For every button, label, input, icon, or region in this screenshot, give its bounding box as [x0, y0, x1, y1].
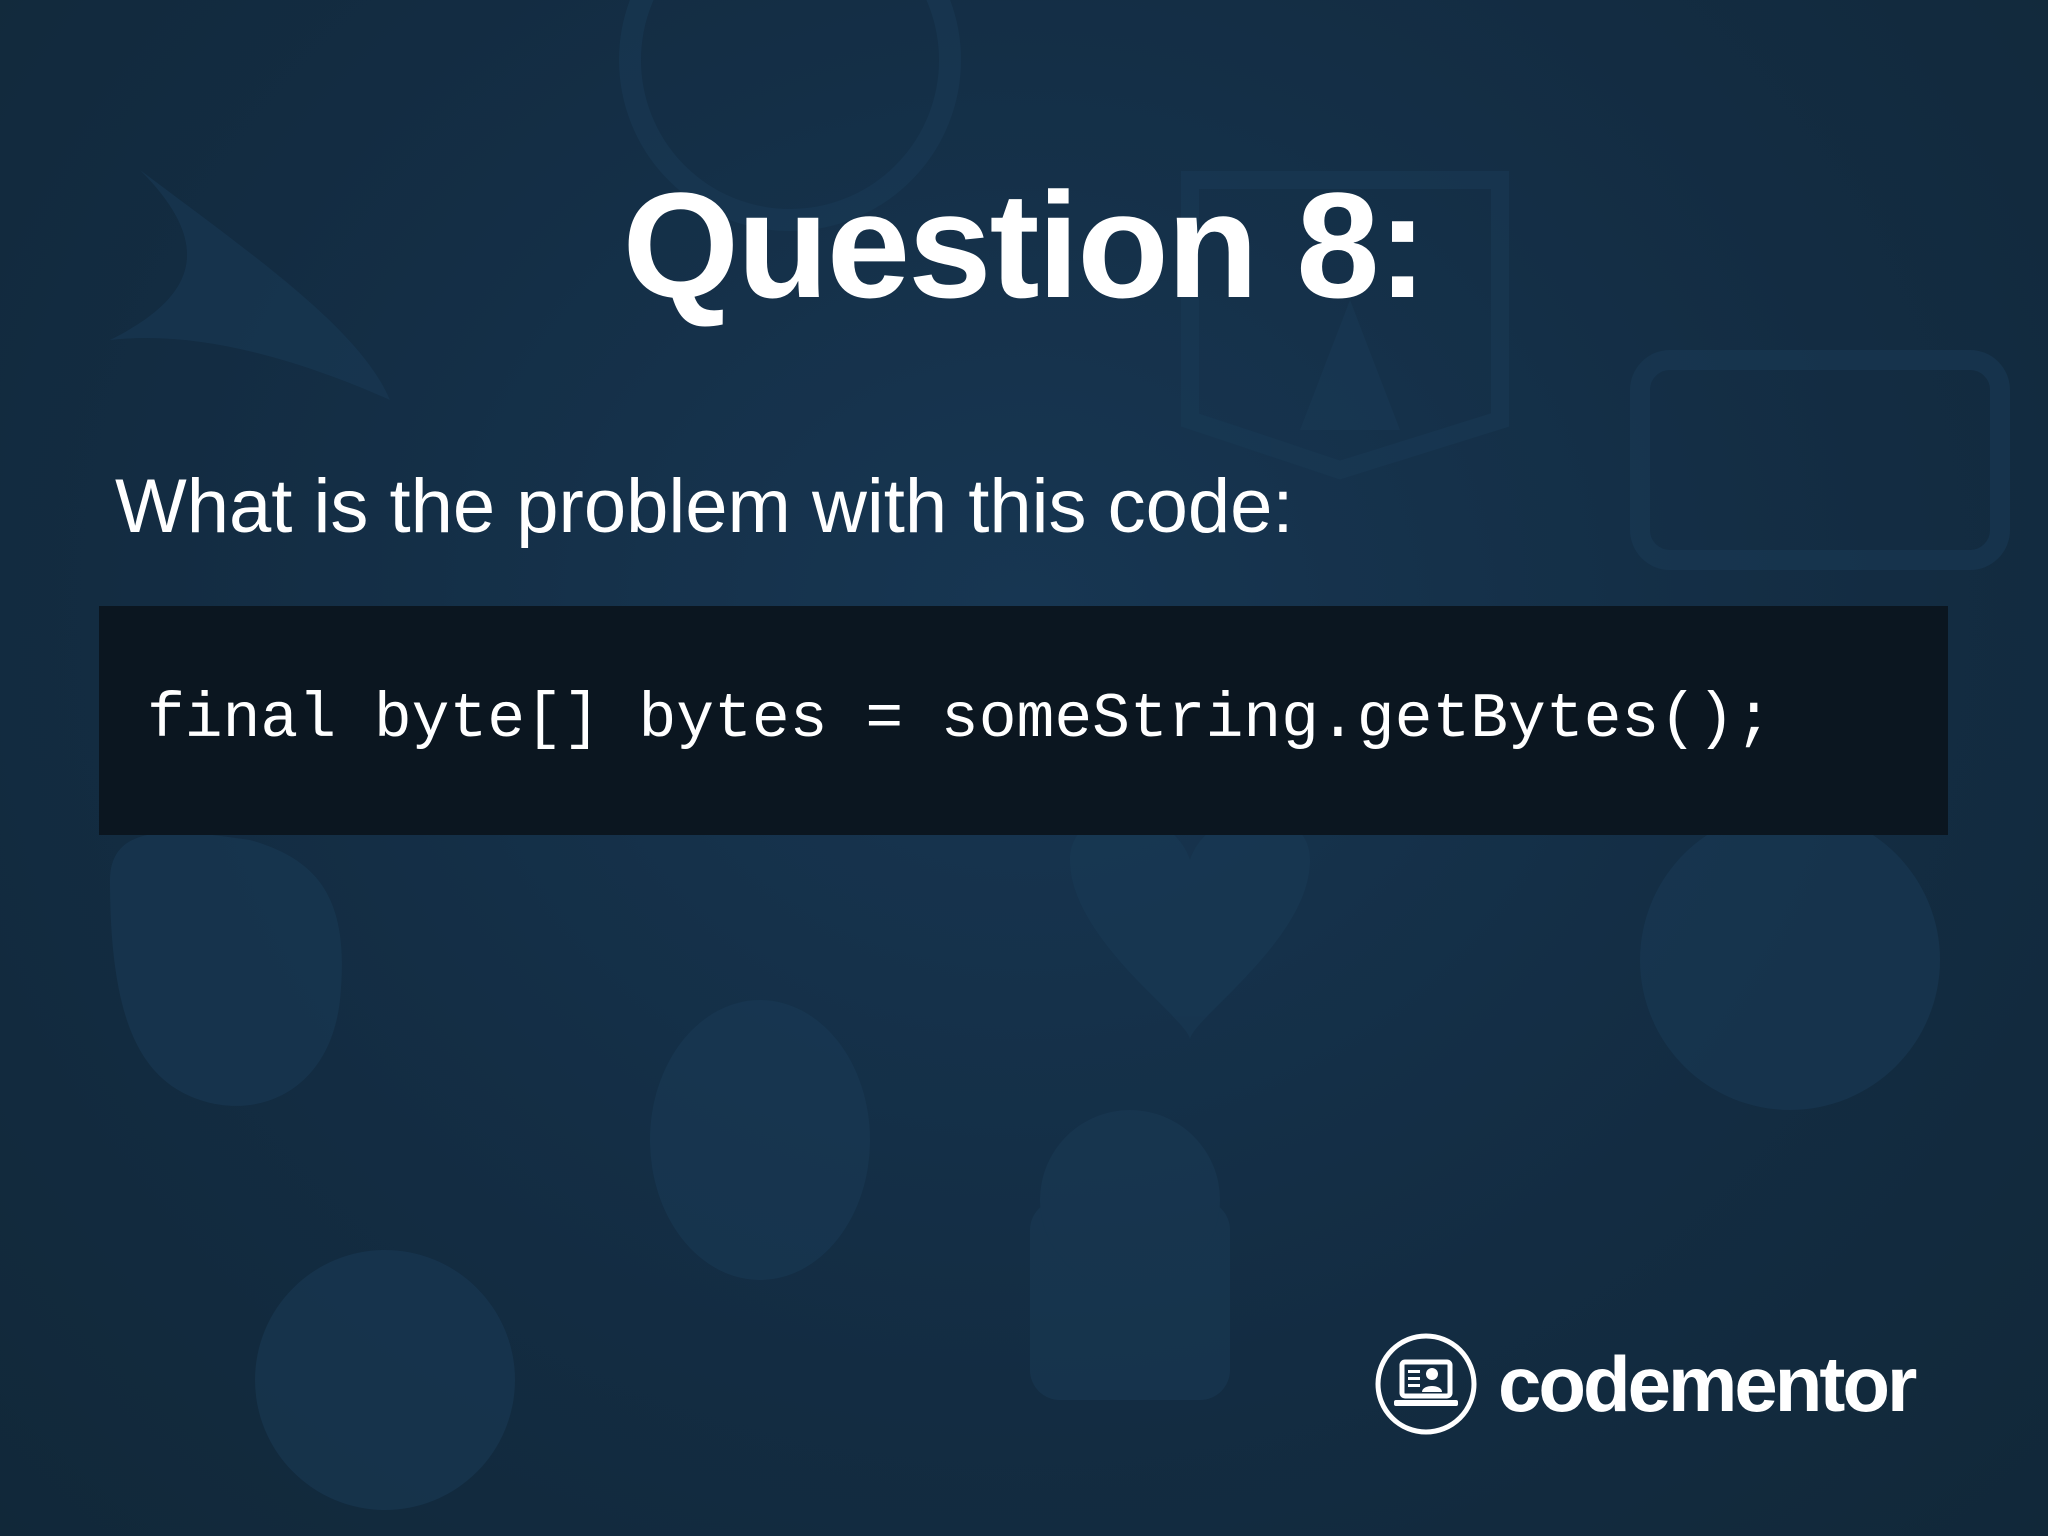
code-line: final byte[] bytes = someString.getBytes…: [147, 684, 1773, 755]
heart-logo-icon: [1070, 815, 1310, 1040]
gopher-logo-icon: [650, 1000, 870, 1280]
node-logo-icon: [1630, 350, 2010, 570]
slide-title: Question 8:: [622, 161, 1427, 329]
question-prompt: What is the problem with this code:: [115, 464, 1294, 549]
slide: Question 8: What is the problem with thi…: [0, 0, 2048, 1536]
python-logo-icon: [110, 832, 342, 1106]
github-logo-icon: [1640, 810, 1940, 1110]
brand-name: codementor: [1498, 1340, 1917, 1428]
phi-logo-icon: [255, 1250, 515, 1510]
code-block: final byte[] bytes = someString.getBytes…: [99, 606, 1948, 835]
laptop-mentor-icon: [1375, 1333, 1477, 1435]
codementor-logo: codementor: [1374, 1330, 1917, 1438]
